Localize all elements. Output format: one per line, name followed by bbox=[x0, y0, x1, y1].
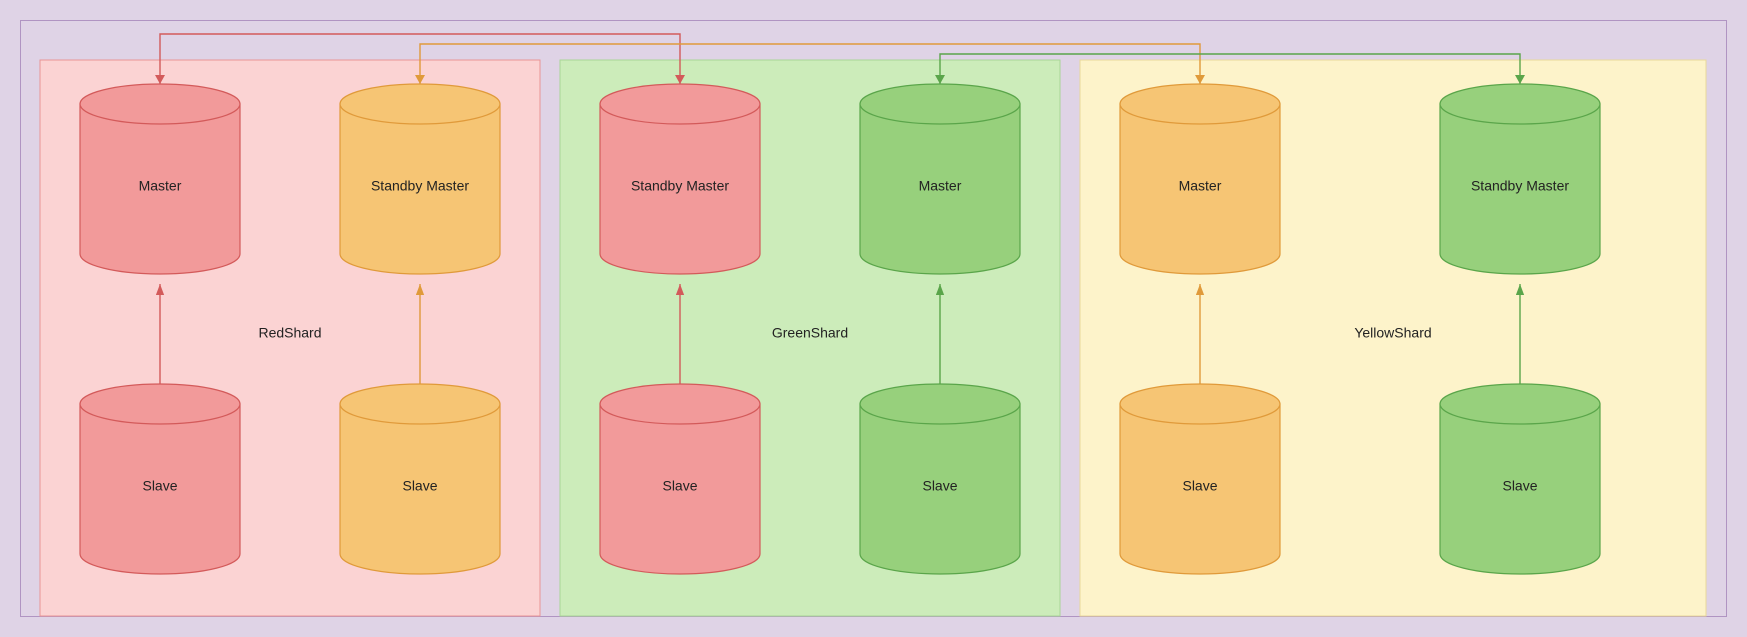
node-label: Slave bbox=[662, 478, 697, 494]
node-label: Standby Master bbox=[1471, 178, 1569, 194]
node-label: Master bbox=[139, 178, 182, 194]
node-label: Slave bbox=[142, 478, 177, 494]
diagram-canvas: RedShard GreenShard YellowShard Master Stand… bbox=[0, 0, 1747, 637]
green-slave2: Slave bbox=[860, 384, 1020, 574]
node-label: Master bbox=[919, 178, 962, 194]
shard-label: GreenShard bbox=[772, 325, 848, 341]
green-standby: Standby Master bbox=[600, 84, 760, 274]
node-label: Slave bbox=[402, 478, 437, 494]
yellow-master: Master bbox=[1120, 84, 1280, 274]
red-standby: Standby Master bbox=[340, 84, 500, 274]
node-label: Slave bbox=[1502, 478, 1537, 494]
red-master: Master bbox=[80, 84, 240, 274]
red-slave2: Slave bbox=[340, 384, 500, 574]
green-slave1: Slave bbox=[600, 384, 760, 574]
node-label: Slave bbox=[922, 478, 957, 494]
node-label: Standby Master bbox=[371, 178, 469, 194]
red-slave1: Slave bbox=[80, 384, 240, 574]
node-label: Standby Master bbox=[631, 178, 729, 194]
shard-label: RedShard bbox=[258, 325, 321, 341]
yellow-slave2: Slave bbox=[1440, 384, 1600, 574]
green-master: Master bbox=[860, 84, 1020, 274]
node-label: Slave bbox=[1182, 478, 1217, 494]
node-label: Master bbox=[1179, 178, 1222, 194]
yellow-slave1: Slave bbox=[1120, 384, 1280, 574]
yellow-standby: Standby Master bbox=[1440, 84, 1600, 274]
shard-label: YellowShard bbox=[1354, 325, 1431, 341]
